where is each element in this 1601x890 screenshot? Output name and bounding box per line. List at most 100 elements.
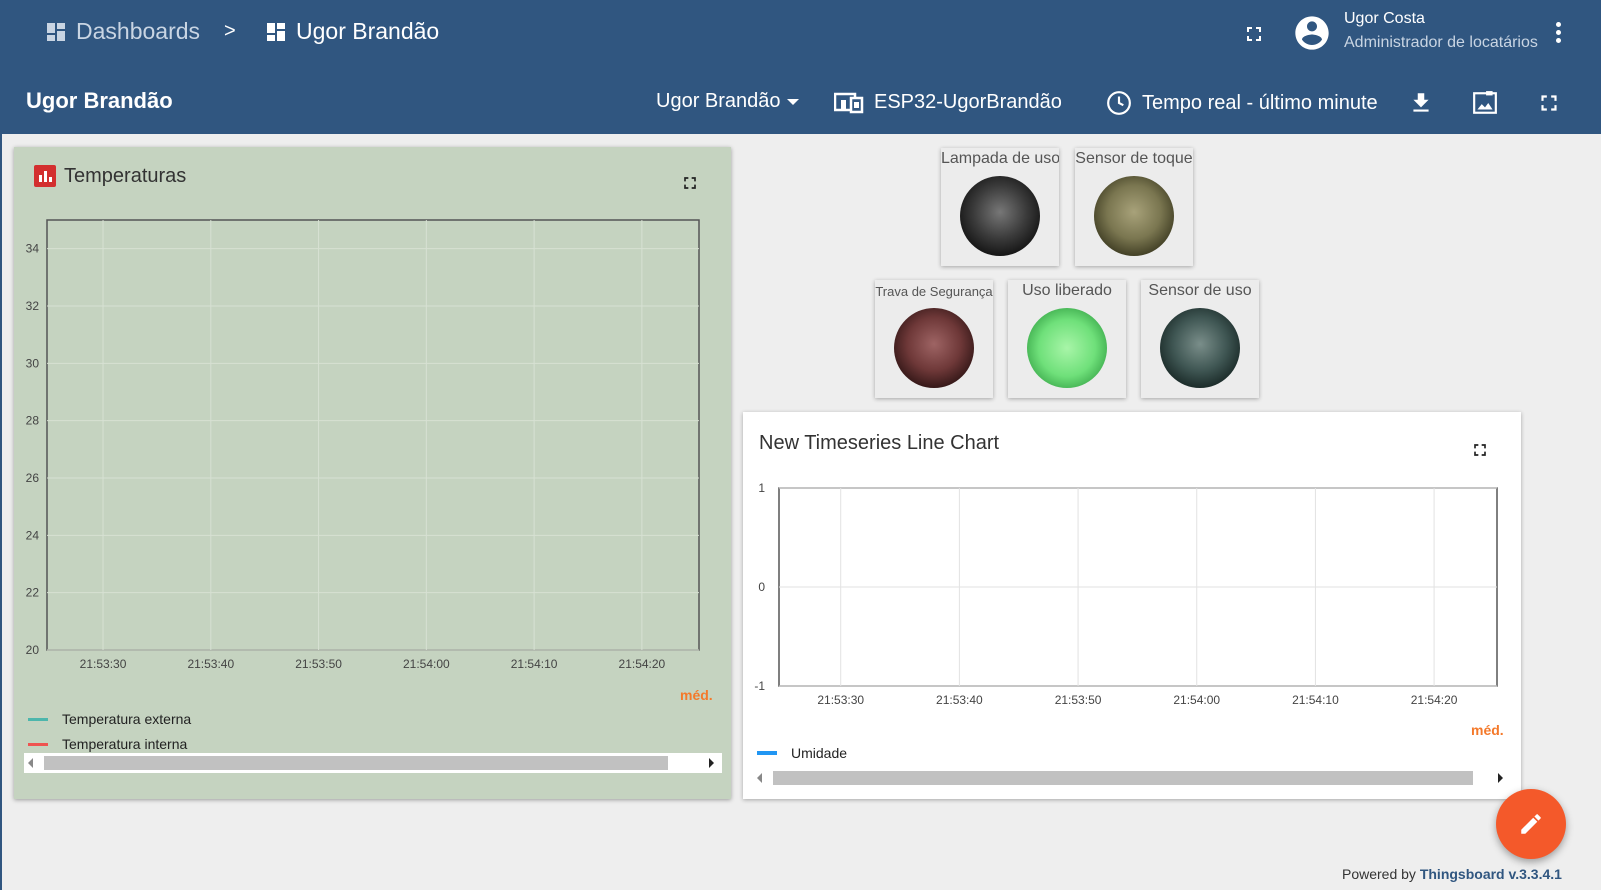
y-tick-label: 32 [26, 299, 40, 313]
powered-by-text: Powered by [1342, 866, 1416, 882]
x-tick-label: 21:54:20 [1411, 693, 1458, 707]
led-card: Sensor de toque [1075, 148, 1193, 266]
led-card: Sensor de uso [1141, 280, 1259, 398]
aggregation-label: méd. [1471, 722, 1504, 738]
fullscreen-dashboard-icon[interactable] [1536, 90, 1562, 116]
plot-area [46, 219, 700, 651]
dashboard-toolbar: Ugor Brandão Ugor Brandão ESP32-UgorBran… [0, 64, 1601, 134]
led-label: Sensor de uso [1148, 282, 1252, 299]
led-indicator [1094, 176, 1174, 256]
led-label: Uso liberado [1022, 282, 1112, 299]
widget-temperaturas: Temperaturas 20 22 24 26 28 30 32 34 21:53:30 21:… [14, 147, 731, 799]
timeseries-chart[interactable]: -1 0 1 21:53:30 21:53:40 21:53:50 21:54:00 21:5… [743, 472, 1521, 712]
left-edge-bar [0, 134, 2, 890]
aggregation-label: méd. [680, 687, 713, 703]
y-tick-label: 24 [26, 528, 40, 542]
edit-dashboard-button[interactable] [1496, 789, 1566, 859]
timewindow-label: Tempo real - último minute [1142, 91, 1378, 114]
scrollbar-thumb[interactable] [773, 771, 1473, 785]
scroll-left-arrow-icon[interactable] [28, 758, 33, 768]
led-label: Trava de Segurança [875, 284, 993, 299]
y-tick-label: 1 [758, 481, 765, 495]
x-tick-label: 21:53:50 [1055, 693, 1102, 707]
scrollbar-thumb[interactable] [44, 756, 668, 770]
dashboard-icon [47, 22, 65, 41]
led-indicator [1027, 308, 1107, 388]
dashboard-title: Ugor Brandão [26, 88, 173, 113]
legend-swatch [757, 751, 777, 755]
legend-item: Temperatura interna [28, 736, 187, 752]
x-tick-label: 21:53:30 [817, 693, 864, 707]
breadcrumb-separator: > [224, 20, 236, 42]
led-card: Trava de Segurança [875, 280, 993, 398]
bar-chart-icon [34, 165, 56, 187]
scroll-left-arrow-icon[interactable] [757, 773, 762, 783]
devices-icon [834, 92, 864, 114]
y-tick-label: 28 [26, 414, 40, 428]
clock-icon [1107, 91, 1131, 115]
timewindow-selector[interactable]: Tempo real - último minute [1106, 90, 1378, 116]
state-selector-label: Ugor Brandão [656, 90, 781, 112]
x-tick-label: 21:54:10 [1292, 693, 1339, 707]
x-tick-label: 21:54:00 [1173, 693, 1220, 707]
x-tick-label: 21:53:50 [295, 657, 342, 671]
led-label: Lampada de uso [941, 150, 1059, 167]
account-avatar-icon[interactable] [1292, 13, 1332, 53]
legend-swatch [28, 742, 48, 746]
dropdown-caret-icon [786, 98, 799, 105]
x-tick-label: 21:53:40 [187, 657, 234, 671]
more-menu-icon[interactable] [1554, 22, 1562, 46]
entity-alias-label: ESP32-UgorBrandão [874, 90, 1062, 113]
pencil-icon [1521, 814, 1541, 834]
entity-alias-selector[interactable]: ESP32-UgorBrandão [834, 90, 1062, 114]
thingsboard-link[interactable]: Thingsboard v.3.3.4.1 [1420, 866, 1562, 882]
download-icon[interactable] [1408, 90, 1434, 116]
legend-label: Umidade [791, 745, 848, 761]
led-card: Uso liberado [1008, 280, 1126, 398]
led-indicator [960, 176, 1040, 256]
widget-title: New Timeseries Line Chart [759, 432, 1000, 454]
y-tick-label: 22 [26, 586, 40, 600]
y-tick-label: 26 [26, 471, 40, 485]
legend-item: Umidade [757, 745, 847, 761]
x-tick-label: 21:54:10 [511, 657, 558, 671]
led-indicator [1160, 308, 1240, 388]
expand-icon[interactable] [1470, 440, 1490, 460]
breadcrumb-current: Ugor Brandão [264, 18, 439, 45]
scroll-right-arrow-icon[interactable] [709, 758, 714, 768]
led-card: Lampada de uso [941, 148, 1059, 266]
temperature-chart[interactable]: 20 22 24 26 28 30 32 34 21:53:30 21:53:40 21:53:50… [14, 207, 731, 677]
horizontal-scrollbar[interactable] [24, 753, 722, 773]
y-tick-label: 34 [26, 242, 40, 256]
user-role: Administrador de locatários [1344, 34, 1538, 51]
legend-label: Temperatura interna [62, 736, 188, 752]
powered-by-footer: Powered by Thingsboard v.3.3.4.1 [1342, 866, 1562, 882]
led-label: Sensor de toque [1075, 150, 1193, 167]
widget-title: Temperaturas [64, 165, 187, 187]
y-tick-label: 20 [26, 643, 40, 657]
legend-swatch [28, 717, 48, 721]
horizontal-scrollbar[interactable] [753, 768, 1511, 788]
breadcrumb-current-label: Ugor Brandão [296, 18, 440, 44]
breadcrumb-root-label: Dashboards [76, 18, 201, 44]
legend-label: Temperatura externa [62, 711, 192, 727]
y-tick-label: 30 [26, 356, 40, 370]
x-tick-label: 21:54:20 [619, 657, 666, 671]
state-selector[interactable]: Ugor Brandão [656, 90, 799, 113]
scroll-right-arrow-icon[interactable] [1498, 773, 1503, 783]
breadcrumb-dashboards[interactable]: Dashboards [44, 18, 200, 45]
widget-timeseries: New Timeseries Line Chart -1 0 1 21:53:30 21… [743, 412, 1521, 799]
y-tick-label: -1 [754, 679, 765, 693]
dashboard-icon [267, 22, 285, 41]
x-tick-label: 21:53:30 [80, 657, 127, 671]
y-tick-label: 0 [758, 580, 765, 594]
top-header: Dashboards > Ugor Brandão Ugor Costa Adm… [0, 0, 1601, 64]
x-tick-label: 21:54:00 [403, 657, 450, 671]
fullscreen-icon[interactable] [1242, 22, 1266, 46]
user-name: Ugor Costa [1344, 10, 1425, 27]
led-indicator [894, 308, 974, 388]
expand-icon[interactable] [680, 173, 700, 193]
x-tick-label: 21:53:40 [936, 693, 983, 707]
export-image-icon[interactable] [1472, 90, 1498, 116]
legend-item: Temperatura externa [28, 711, 191, 727]
